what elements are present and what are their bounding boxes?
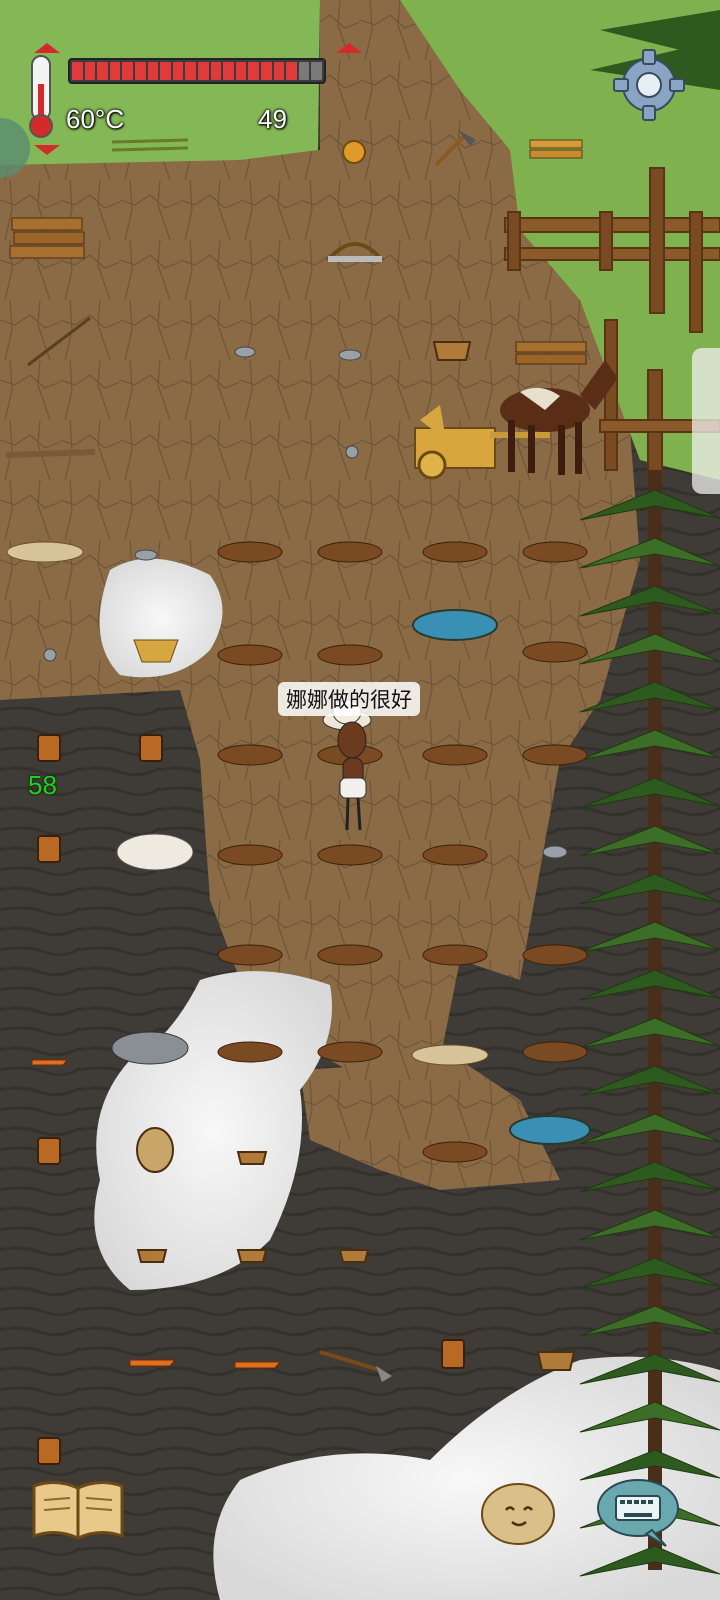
soil-mound[interactable] [317, 541, 383, 563]
hunger-bar [68, 58, 326, 84]
hunger-segment [109, 62, 121, 80]
clay-jug[interactable] [136, 1127, 174, 1173]
soil-mound[interactable] [522, 1041, 588, 1063]
soil-mound[interactable] [317, 844, 383, 866]
hunger-segment [84, 62, 96, 80]
book-icon[interactable] [30, 1478, 126, 1542]
hunger-segment [134, 62, 146, 80]
hunger-segment [122, 62, 133, 80]
soil-mound[interactable] [317, 644, 383, 666]
heat-arrow-up-icon [32, 40, 62, 54]
soil-mound[interactable] [522, 744, 588, 766]
hunger-segment [147, 62, 159, 80]
hunger-segment [185, 62, 196, 80]
hunger-segment [223, 62, 234, 80]
potato-face-icon[interactable] [480, 1480, 556, 1546]
soil-mound[interactable] [422, 844, 488, 866]
soil-mound[interactable] [422, 944, 488, 966]
heat-arrow-down-icon [32, 142, 62, 156]
soil-mound[interactable] [422, 541, 488, 563]
hunger-segment [72, 62, 83, 80]
hunger-segment [286, 62, 297, 80]
hunger-segment [311, 62, 322, 80]
soil-mound[interactable] [217, 944, 283, 966]
hunger-segment [248, 62, 259, 80]
soil-mound[interactable] [217, 844, 283, 866]
soil-mound[interactable] [422, 744, 488, 766]
keyboard-bubble-icon[interactable] [596, 1476, 680, 1550]
hunger-segment [160, 62, 171, 80]
soil-mound[interactable] [522, 541, 588, 563]
soil-mound[interactable] [522, 641, 588, 663]
hunger-segment [172, 62, 184, 80]
soil-mound[interactable] [217, 644, 283, 666]
hunger-arrow-icon [334, 40, 364, 54]
soil-mound[interactable] [317, 944, 383, 966]
hunger-segment [260, 62, 272, 80]
food-counter: 49 [258, 104, 287, 134]
soil-mound[interactable] [317, 1041, 383, 1063]
hunger-segment [197, 62, 209, 80]
hunger-segment [298, 62, 310, 80]
right-edge-tab[interactable] [692, 348, 720, 494]
soil-mound[interactable] [422, 1141, 488, 1163]
temperature-readout: 60°C [66, 104, 125, 134]
hunger-segment [273, 62, 285, 80]
soil-mound[interactable] [217, 744, 283, 766]
soil-mound[interactable] [522, 944, 588, 966]
soil-mound[interactable] [217, 541, 283, 563]
hunger-segment [97, 62, 108, 80]
soil-mound[interactable] [217, 1041, 283, 1063]
settings-gear-icon[interactable] [612, 48, 686, 122]
speech-bubble: 娜娜做的很好 [278, 682, 420, 716]
hunger-segment [235, 62, 247, 80]
thermometer-icon [26, 54, 56, 140]
firewood-pile[interactable] [9, 217, 85, 259]
hunger-segment [210, 62, 222, 80]
heat-value-label: 58 [28, 770, 57, 800]
game-world[interactable] [0, 0, 720, 1600]
